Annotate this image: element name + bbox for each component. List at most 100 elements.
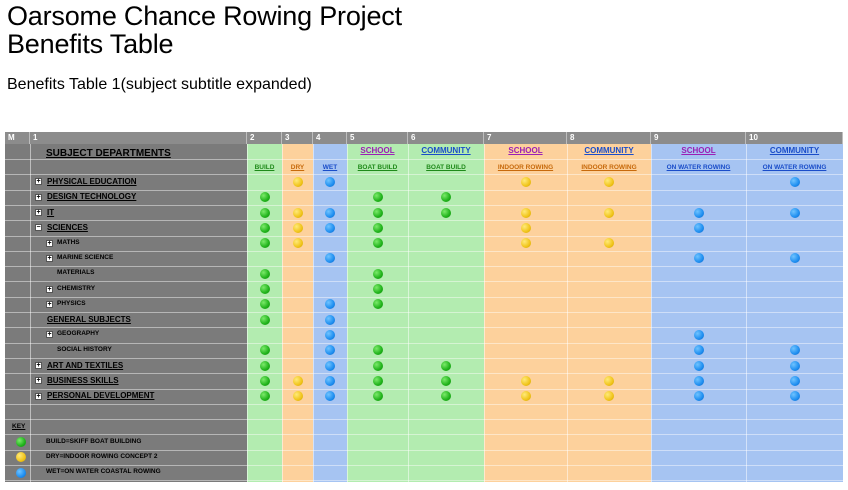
expand-icon[interactable]: + <box>46 331 53 339</box>
column-number-header[interactable]: 10 <box>746 132 843 144</box>
blue-dot-icon <box>693 222 704 233</box>
row-label: GEOGRAPHY <box>57 330 100 338</box>
green-dot-icon <box>259 238 270 249</box>
column-background <box>746 144 843 482</box>
blue-dot-icon <box>789 176 800 187</box>
blue-dot-icon <box>325 360 335 371</box>
group-header-community[interactable]: COMMUNITY <box>746 146 843 155</box>
expand-icon[interactable]: + <box>35 193 42 201</box>
expand-icon[interactable]: + <box>46 300 53 308</box>
green-dot-icon <box>372 391 383 402</box>
row-divider <box>5 373 843 374</box>
yellow-dot-icon <box>520 176 531 187</box>
group-header-community[interactable]: COMMUNITY <box>567 146 651 155</box>
blue-dot-icon <box>789 375 800 386</box>
row-divider <box>5 312 843 313</box>
column-number-header[interactable]: 4 <box>313 132 347 144</box>
column-number-header[interactable]: 3 <box>282 132 313 144</box>
sub-header[interactable]: ON WATER ROWING <box>651 164 746 171</box>
column-number-header[interactable]: 1 <box>30 132 247 144</box>
green-dot-icon <box>259 360 270 371</box>
green-dot-icon <box>259 222 270 233</box>
row-divider <box>5 404 843 405</box>
expand-icon[interactable]: + <box>46 254 53 262</box>
row-label: DESIGN TECHNOLOGY <box>47 192 137 202</box>
sub-header[interactable]: WET <box>313 164 347 171</box>
column-number-header[interactable]: 6 <box>408 132 484 144</box>
yellow-dot-icon <box>292 176 303 187</box>
green-dot-icon <box>259 268 270 279</box>
yellow-dot-icon <box>604 207 614 218</box>
sub-header[interactable]: BOAT BUILD <box>408 164 484 171</box>
key-title: KEY <box>12 423 26 431</box>
row-divider <box>5 434 843 435</box>
group-header-school[interactable]: SCHOOL <box>347 146 408 155</box>
row-label: BUSINESS SKILLS <box>47 375 119 385</box>
blue-dot-icon <box>693 207 704 218</box>
column-number-header[interactable]: 9 <box>651 132 746 144</box>
column-divider <box>484 132 485 482</box>
group-header-school[interactable]: SCHOOL <box>484 146 567 155</box>
column-background <box>282 144 313 482</box>
green-dot-icon <box>259 391 270 402</box>
yellow-dot-icon <box>520 238 531 249</box>
column-number-header[interactable]: 2 <box>247 132 282 144</box>
expand-icon[interactable]: + <box>46 239 53 247</box>
expand-icon[interactable]: + <box>35 178 42 186</box>
row-label: GENERAL SUBJECTS <box>47 314 131 324</box>
blue-dot-icon <box>325 314 335 325</box>
row-label: SCIENCES <box>47 222 88 232</box>
yellow-dot-icon <box>604 375 614 386</box>
row-divider <box>5 450 843 451</box>
row-label: SOCIAL HISTORY <box>57 345 112 353</box>
group-header-school[interactable]: SCHOOL <box>651 146 746 155</box>
row-label: MARINE SCIENCE <box>57 253 114 261</box>
collapse-icon[interactable]: − <box>35 224 42 232</box>
blue-dot-icon <box>789 360 800 371</box>
row-divider <box>5 465 843 466</box>
title-line-1: Oarsome Chance Rowing Project <box>7 1 402 31</box>
green-dot-icon <box>372 268 383 279</box>
column-number-header[interactable]: M <box>5 132 30 144</box>
group-header-community[interactable]: COMMUNITY <box>408 146 484 155</box>
column-divider <box>567 132 568 482</box>
blue-dot-icon <box>325 375 335 386</box>
blue-dot-icon <box>789 253 800 264</box>
yellow-dot-icon <box>292 207 303 218</box>
green-dot-icon <box>372 299 383 310</box>
row-divider <box>5 389 843 390</box>
column-divider <box>282 132 283 482</box>
green-dot-icon <box>372 222 383 233</box>
sub-header[interactable]: INDOOR ROWING <box>567 164 651 171</box>
sub-header[interactable]: BOAT BUILD <box>347 164 408 171</box>
yellow-dot-icon <box>604 176 614 187</box>
blue-dot-icon <box>693 391 704 402</box>
column-number-header[interactable]: 7 <box>484 132 567 144</box>
row-label: MATHS <box>57 238 80 246</box>
yellow-dot-icon <box>292 238 303 249</box>
expand-icon[interactable]: + <box>35 392 42 400</box>
row-divider <box>5 266 843 267</box>
expand-icon[interactable]: + <box>35 209 42 217</box>
blue-dot-icon <box>325 176 335 187</box>
blue-dot-icon <box>789 207 800 218</box>
blue-dot-icon <box>325 207 335 218</box>
key-label: DRY=INDOOR ROWING CONCEPT 2 <box>46 452 158 460</box>
green-dot-icon <box>441 375 451 386</box>
row-divider <box>5 419 843 420</box>
row-label: IT <box>47 207 55 217</box>
blue-dot-icon <box>16 467 26 478</box>
sub-header[interactable]: ON WATER ROWING <box>746 164 843 171</box>
sub-header[interactable]: BUILD <box>247 164 282 171</box>
page-title: Oarsome Chance Rowing Project Benefits T… <box>7 2 402 58</box>
expand-icon[interactable]: + <box>46 285 53 293</box>
sub-header[interactable]: INDOOR ROWING <box>484 164 567 171</box>
column-divider <box>746 132 747 482</box>
expand-icon[interactable]: + <box>35 362 42 370</box>
yellow-dot-icon <box>520 207 531 218</box>
column-number-header[interactable]: 8 <box>567 132 651 144</box>
column-number-header[interactable]: 5 <box>347 132 408 144</box>
sub-header[interactable]: DRY <box>282 164 313 171</box>
title-line-2: Benefits Table <box>7 29 174 59</box>
expand-icon[interactable]: + <box>35 377 42 385</box>
